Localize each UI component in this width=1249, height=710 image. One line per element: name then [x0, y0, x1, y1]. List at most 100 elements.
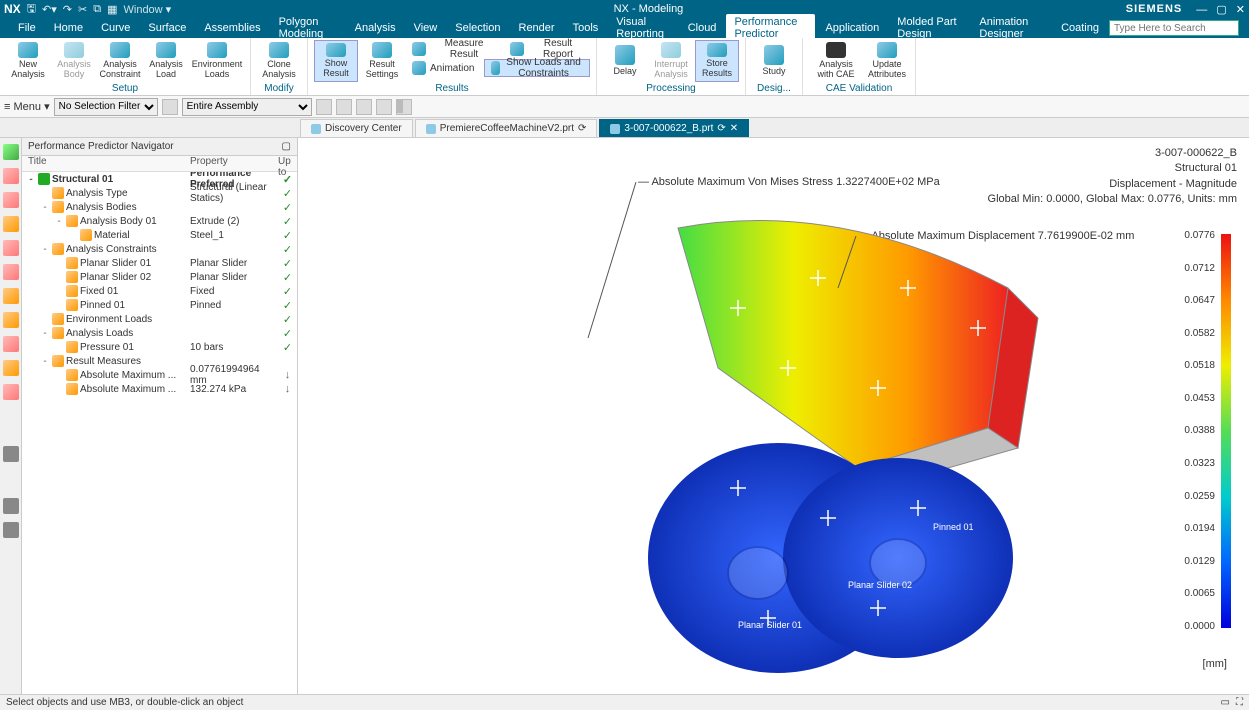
sidebar-icon[interactable]: [3, 168, 19, 184]
expand-icon[interactable]: -: [40, 244, 50, 255]
doc-tab-discovery[interactable]: Discovery Center: [300, 119, 413, 137]
tree-row[interactable]: -Analysis Body 01Extrude (2)✓: [22, 214, 297, 228]
col-header-property[interactable]: Property: [190, 156, 278, 171]
tree-row[interactable]: MaterialSteel_1✓: [22, 228, 297, 242]
close-icon[interactable]: ✕: [1236, 4, 1245, 16]
status-icon[interactable]: ⛶: [1236, 697, 1243, 708]
clone-analysis-button[interactable]: Clone Analysis: [257, 40, 301, 82]
maximize-icon[interactable]: ▢: [1216, 4, 1226, 16]
save-icon[interactable]: 🖫: [27, 0, 36, 19]
assembly-filter-dropdown[interactable]: Entire Assembly: [182, 98, 312, 116]
sidebar-icon[interactable]: [3, 264, 19, 280]
menu-view[interactable]: View: [406, 20, 446, 36]
sidebar-icon[interactable]: [3, 360, 19, 376]
doc-tab-coffee[interactable]: PremiereCoffeeMachineV2.prt⟳: [415, 119, 598, 137]
ribbon-group-label: Modify: [257, 82, 301, 95]
tree-row[interactable]: Planar Slider 01Planar Slider✓: [22, 256, 297, 270]
analysis-with-cae-button[interactable]: Analysis with CAE: [809, 40, 863, 82]
menu-coating[interactable]: Coating: [1053, 20, 1107, 36]
menu-render[interactable]: Render: [511, 20, 563, 36]
filter-icon[interactable]: [162, 99, 178, 115]
update-attributes-button[interactable]: Update Attributes: [865, 40, 909, 82]
sidebar-icon[interactable]: [3, 312, 19, 328]
tool-icon[interactable]: [316, 99, 332, 115]
sidebar-icon[interactable]: [3, 446, 19, 462]
col-header-title[interactable]: Title: [22, 156, 190, 171]
search-input[interactable]: [1109, 20, 1239, 36]
menu-assemblies[interactable]: Assemblies: [196, 20, 268, 36]
tree-row[interactable]: Planar Slider 02Planar Slider✓: [22, 270, 297, 284]
menu-selection[interactable]: Selection: [447, 20, 508, 36]
panel-close-icon[interactable]: ▢: [282, 141, 291, 152]
tool-icon[interactable]: [356, 99, 372, 115]
tool-icon[interactable]: [376, 99, 392, 115]
minimize-icon[interactable]: —: [1196, 4, 1207, 16]
sidebar-icon[interactable]: [3, 522, 19, 538]
delay-button[interactable]: Delay: [603, 40, 647, 82]
show-result-button[interactable]: Show Result: [314, 40, 358, 82]
3d-viewport[interactable]: 3-007-000622_B Structural 01 Displacemen…: [298, 138, 1249, 694]
environment-loads-button[interactable]: Environment Loads: [190, 40, 244, 82]
expand-icon[interactable]: -: [40, 202, 50, 213]
sidebar-icon[interactable]: [3, 384, 19, 400]
tool-icon[interactable]: [401, 99, 403, 113]
undo-icon[interactable]: ↶▾: [42, 3, 57, 16]
animation-button[interactable]: Animation: [410, 59, 476, 77]
sidebar-icon[interactable]: [3, 192, 19, 208]
interrupt-analysis-button[interactable]: Interrupt Analysis: [649, 40, 693, 82]
cut-icon[interactable]: ✂: [78, 3, 87, 16]
tool-icon[interactable]: [396, 99, 412, 115]
tree-row[interactable]: Absolute Maximum ...132.274 kPa↓: [22, 382, 297, 396]
expand-icon[interactable]: -: [40, 328, 50, 339]
menu-tools[interactable]: Tools: [565, 20, 607, 36]
expand-icon[interactable]: -: [40, 356, 50, 367]
expand-icon[interactable]: -: [26, 174, 36, 185]
analysis-body-button[interactable]: Analysis Body: [52, 40, 96, 82]
doc-tab-part[interactable]: 3-007-000622_B.prt⟳✕: [599, 119, 749, 137]
tree-row[interactable]: Analysis TypeStructural (Linear Statics)…: [22, 186, 297, 200]
menu-analysis[interactable]: Analysis: [347, 20, 404, 36]
menu-cloud[interactable]: Cloud: [680, 20, 725, 36]
menu-animation-designer[interactable]: Animation Designer: [971, 14, 1051, 42]
window-menu[interactable]: Window ▾: [124, 3, 172, 16]
navigator-tree[interactable]: -Structural 01Performance Preferred✓Anal…: [22, 172, 297, 694]
selection-filter-dropdown[interactable]: No Selection Filter: [54, 98, 158, 116]
tree-row[interactable]: Absolute Maximum ...0.07761994964 mm↓: [22, 368, 297, 382]
sidebar-icon[interactable]: [3, 336, 19, 352]
analysis-load-button[interactable]: Analysis Load: [144, 40, 188, 82]
redo-icon[interactable]: ↷: [63, 3, 72, 16]
tab-close-icon[interactable]: ✕: [730, 123, 738, 134]
sidebar-icon[interactable]: [3, 498, 19, 514]
tree-row[interactable]: Fixed 01Fixed✓: [22, 284, 297, 298]
menu-application[interactable]: Application: [817, 20, 887, 36]
col-header-upto[interactable]: Up to: [278, 156, 297, 171]
menu-home[interactable]: Home: [46, 20, 91, 36]
search-box[interactable]: [1109, 20, 1239, 36]
tree-row[interactable]: Pinned 01Pinned✓: [22, 298, 297, 312]
analysis-constraint-button[interactable]: Analysis Constraint: [98, 40, 142, 82]
copy-icon[interactable]: ⧉: [93, 3, 101, 16]
status-icon[interactable]: ▭: [1221, 697, 1230, 708]
sidebar-icon[interactable]: [3, 216, 19, 232]
new-analysis-button[interactable]: New Analysis: [6, 40, 50, 82]
show-loads-constraints-button[interactable]: Show Loads and Constraints: [484, 59, 590, 77]
menu-file[interactable]: File: [10, 20, 44, 36]
result-report-button[interactable]: Result Report: [508, 40, 590, 58]
tree-row[interactable]: Pressure 0110 bars✓: [22, 340, 297, 354]
result-settings-button[interactable]: Result Settings: [360, 40, 404, 82]
tree-row[interactable]: -Analysis Loads✓: [22, 326, 297, 340]
menu-curve[interactable]: Curve: [93, 20, 138, 36]
sidebar-icon[interactable]: [3, 288, 19, 304]
grid-icon[interactable]: ▦: [107, 3, 117, 16]
tool-icon[interactable]: [336, 99, 352, 115]
tree-row[interactable]: Environment Loads✓: [22, 312, 297, 326]
sidebar-icon[interactable]: [3, 144, 19, 160]
menu-surface[interactable]: Surface: [140, 20, 194, 36]
study-button[interactable]: Study: [752, 40, 796, 82]
menu-dropdown[interactable]: ≡ Menu ▾: [4, 100, 50, 113]
store-results-button[interactable]: Store Results: [695, 40, 739, 82]
measure-result-button[interactable]: Measure Result: [410, 40, 500, 58]
tree-row[interactable]: -Analysis Constraints✓: [22, 242, 297, 256]
sidebar-icon[interactable]: [3, 240, 19, 256]
expand-icon[interactable]: -: [54, 216, 64, 227]
